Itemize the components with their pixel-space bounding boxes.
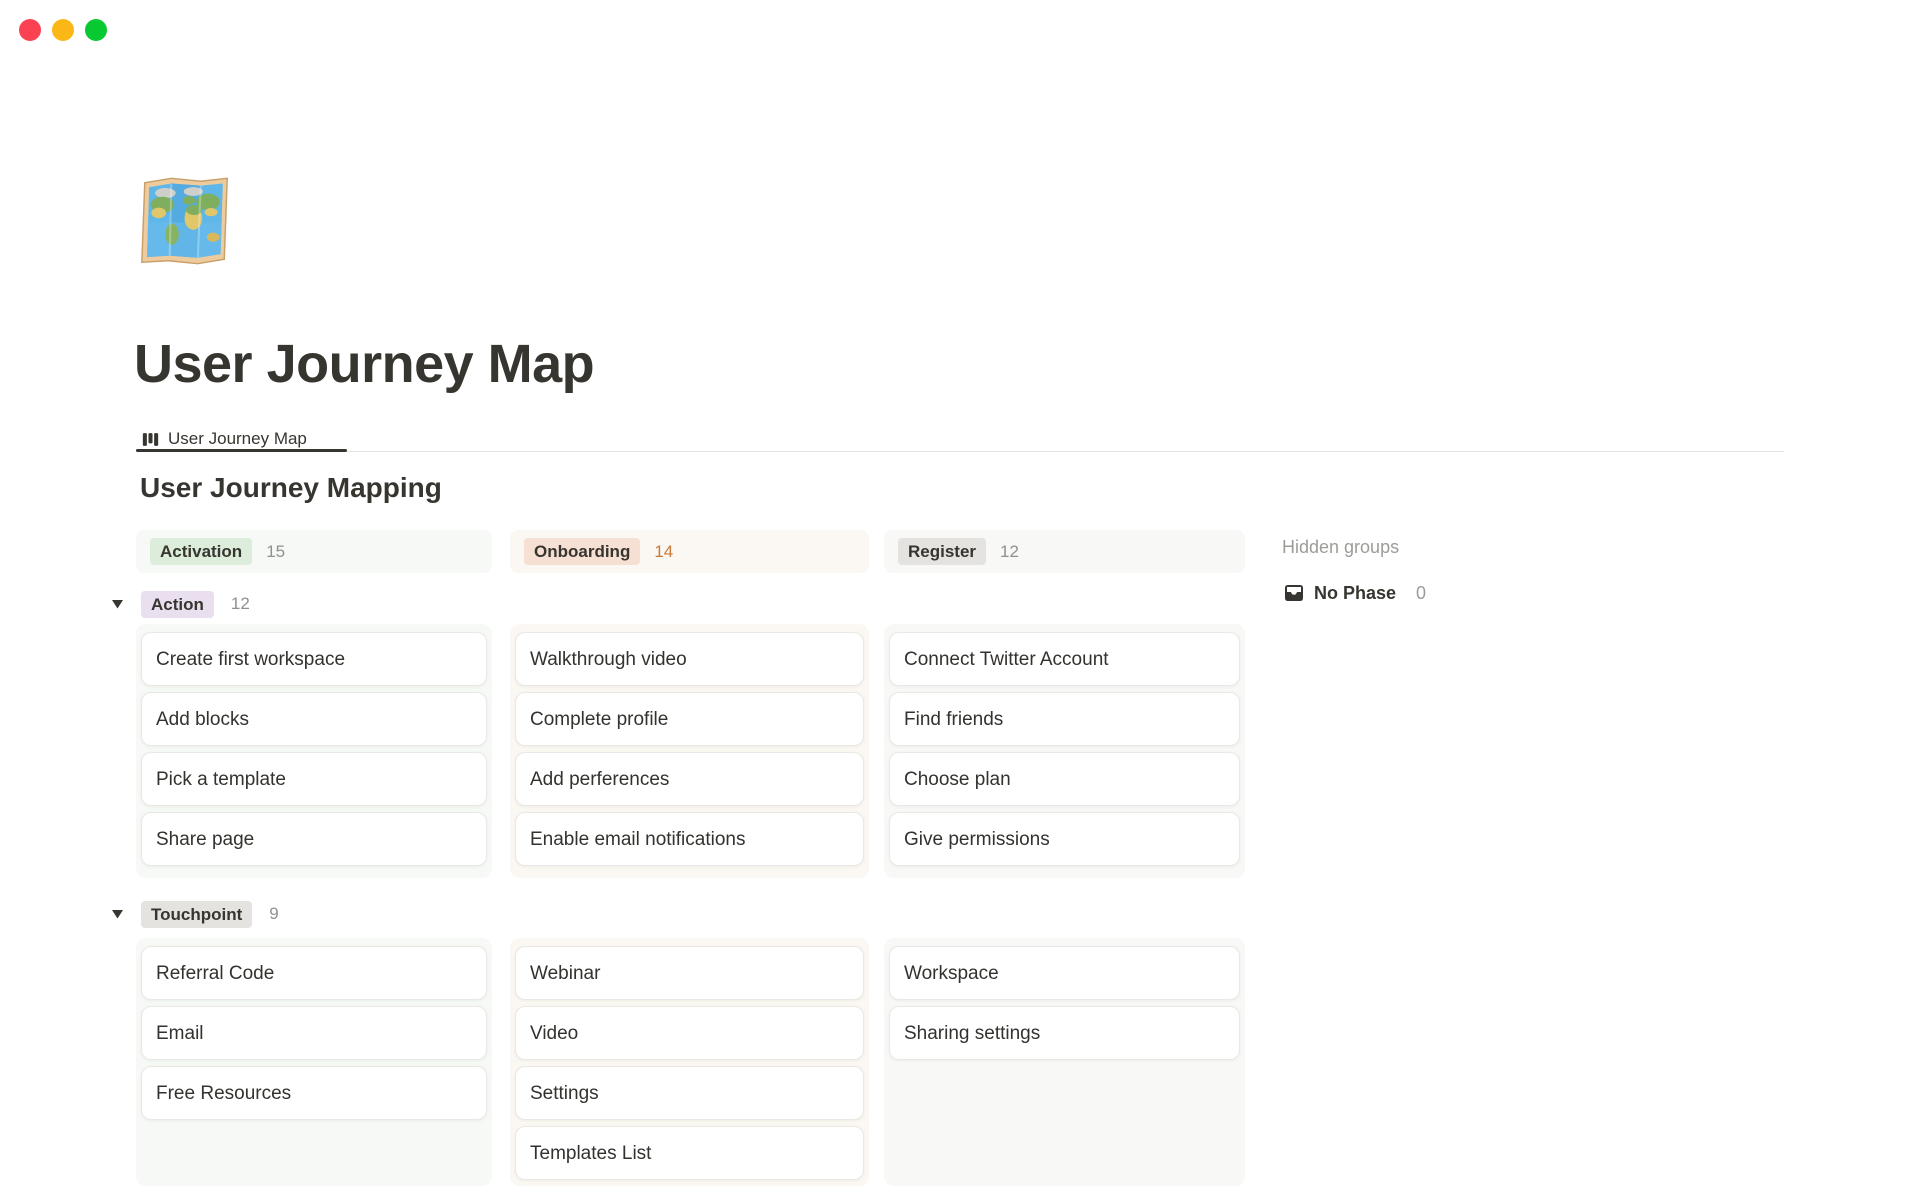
group-chip-touchpoint[interactable]: Touchpoint (141, 901, 252, 928)
board-card[interactable]: Workspace (889, 946, 1240, 1000)
active-tab-indicator (136, 449, 347, 452)
collapse-triangle-icon[interactable] (112, 600, 124, 609)
column-header-register[interactable]: Register 12 (884, 530, 1245, 573)
card-title: Create first workspace (156, 648, 345, 671)
card-title: Share page (156, 828, 254, 851)
row-group-header-touchpoint: Touchpoint 9 (112, 900, 279, 928)
board-card[interactable]: Connect Twitter Account (889, 632, 1240, 686)
board-card[interactable]: Video (515, 1006, 864, 1060)
window-close-button[interactable] (19, 19, 41, 41)
group-chip-activation[interactable]: Activation (150, 538, 252, 565)
board-card[interactable]: Find friends (889, 692, 1240, 746)
card-title: Complete profile (530, 708, 668, 731)
card-title: Video (530, 1022, 578, 1045)
page-title[interactable]: User Journey Map (134, 334, 594, 394)
board-column-cell: Referral Code Email Free Resources (136, 938, 492, 1186)
column-header-activation[interactable]: Activation 15 (136, 530, 492, 573)
collapse-triangle-icon[interactable] (112, 910, 124, 919)
world-map-icon (133, 168, 239, 274)
board-card[interactable]: Choose plan (889, 752, 1240, 806)
column-count: 14 (654, 542, 673, 562)
window-zoom-button[interactable] (85, 19, 107, 41)
board-column-cell: Walkthrough video Complete profile Add p… (510, 624, 869, 878)
board-card[interactable]: Settings (515, 1066, 864, 1120)
board-column-cell: Connect Twitter Account Find friends Cho… (884, 624, 1245, 878)
row-group-count: 9 (269, 904, 278, 924)
hidden-group-no-phase[interactable]: No Phase 0 (1284, 581, 1426, 605)
board-card[interactable]: Give permissions (889, 812, 1240, 866)
card-title: Connect Twitter Account (904, 648, 1109, 671)
card-title: Walkthrough video (530, 648, 687, 671)
hidden-group-count: 0 (1416, 583, 1426, 604)
hidden-groups-heading: Hidden groups (1282, 536, 1399, 558)
board-card[interactable]: Walkthrough video (515, 632, 864, 686)
tab-bar-divider (136, 451, 1784, 452)
card-title: Templates List (530, 1142, 651, 1165)
board-column-cell: Webinar Video Settings Templates List (510, 938, 869, 1186)
hidden-group-label: No Phase (1314, 583, 1396, 604)
board-card[interactable]: Sharing settings (889, 1006, 1240, 1060)
row-group-header-action: Action 12 (112, 590, 250, 618)
card-title: Free Resources (156, 1082, 291, 1105)
board-card[interactable]: Create first workspace (141, 632, 487, 686)
notion-window: User Journey Map User Journey Map User J… (0, 0, 1920, 1200)
board-column-cell: Create first workspace Add blocks Pick a… (136, 624, 492, 878)
group-chip-onboarding[interactable]: Onboarding (524, 538, 640, 565)
tab-user-journey-map[interactable]: User Journey Map (142, 428, 307, 450)
board-view-icon (142, 431, 159, 448)
board-column-cell: Workspace Sharing settings (884, 938, 1245, 1186)
column-header-onboarding[interactable]: Onboarding 14 (510, 530, 869, 573)
board-card[interactable]: Share page (141, 812, 487, 866)
window-minimize-button[interactable] (52, 19, 74, 41)
column-count: 15 (266, 542, 285, 562)
row-group-count: 12 (231, 594, 250, 614)
card-title: Find friends (904, 708, 1003, 731)
card-title: Sharing settings (904, 1022, 1040, 1045)
card-title: Referral Code (156, 962, 274, 985)
group-chip-register[interactable]: Register (898, 538, 986, 565)
section-heading[interactable]: User Journey Mapping (140, 472, 442, 503)
card-title: Choose plan (904, 768, 1011, 791)
tab-label: User Journey Map (168, 428, 307, 450)
inbox-icon (1284, 584, 1304, 602)
card-title: Pick a template (156, 768, 286, 791)
board-card[interactable]: Pick a template (141, 752, 487, 806)
board-card[interactable]: Free Resources (141, 1066, 487, 1120)
column-count: 12 (1000, 542, 1019, 562)
card-title: Add blocks (156, 708, 249, 731)
card-title: Workspace (904, 962, 999, 985)
card-title: Enable email notifications (530, 828, 745, 851)
board-card[interactable]: Webinar (515, 946, 864, 1000)
board-card[interactable]: Enable email notifications (515, 812, 864, 866)
board-card[interactable]: Add blocks (141, 692, 487, 746)
board-card[interactable]: Email (141, 1006, 487, 1060)
card-title: Settings (530, 1082, 599, 1105)
group-chip-action[interactable]: Action (141, 591, 214, 618)
board-card[interactable]: Complete profile (515, 692, 864, 746)
board-card[interactable]: Templates List (515, 1126, 864, 1180)
page-icon[interactable] (133, 168, 239, 274)
card-title: Add perferences (530, 768, 669, 791)
card-title: Webinar (530, 962, 600, 985)
card-title: Email (156, 1022, 204, 1045)
board-card[interactable]: Add perferences (515, 752, 864, 806)
card-title: Give permissions (904, 828, 1050, 851)
board-card[interactable]: Referral Code (141, 946, 487, 1000)
